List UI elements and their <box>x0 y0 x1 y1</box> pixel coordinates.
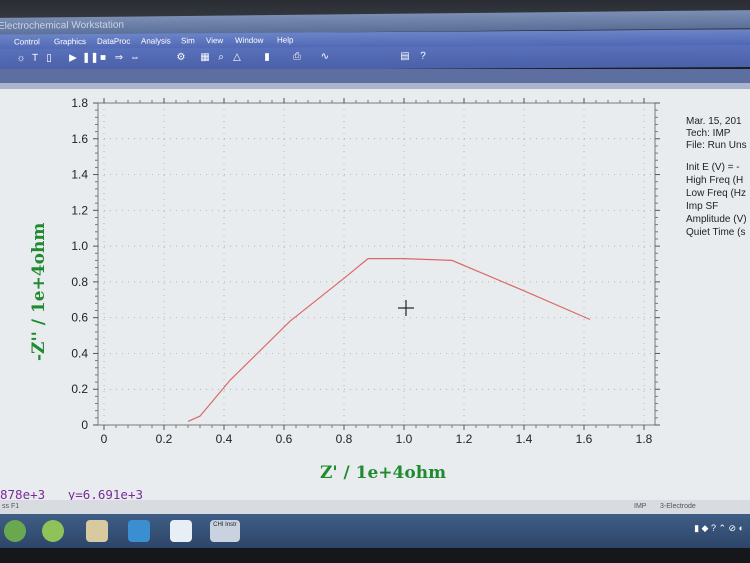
y-tick-label: 1.0 <box>71 239 88 253</box>
x-tick-label: 0.8 <box>336 432 353 446</box>
axis-ticks <box>93 98 660 430</box>
font-icon[interactable]: ☼ <box>16 53 26 65</box>
help-icon[interactable]: ? <box>418 51 428 63</box>
step-icon[interactable]: ⇔ <box>130 52 140 64</box>
y-tick-label: 1.6 <box>71 132 88 146</box>
status-help-hint: ss F1 <box>2 503 20 510</box>
y-axis-label: -Z'' / 1e+4ohm <box>29 223 49 361</box>
x-axis-label: Z' / 1e+4ohm <box>320 463 446 483</box>
y-tick-label: 0.8 <box>71 275 88 289</box>
menu-dataproc[interactable]: DataProc <box>97 37 130 46</box>
grid-icon[interactable]: ▤ <box>400 51 410 63</box>
y-tick-label: 0.2 <box>71 382 88 396</box>
menu-help[interactable]: Help <box>277 36 293 45</box>
triangle-icon[interactable]: △ <box>232 52 242 64</box>
y-tick-label: 0.4 <box>71 346 88 360</box>
toolbar: ☼ T ▯ ▶ ❚❚ ■ ⇒ ⇔ ⚙ ▦ ⌕ △ ▮ ⎙ ∿ ▤ ? <box>0 45 750 71</box>
info-file: File: Run Uns <box>686 140 747 151</box>
info-param-high-freq: High Freq (H <box>686 175 744 186</box>
info-param-low-freq: Low Freq (Hz <box>686 188 747 199</box>
system-tray[interactable]: ▮ ◆ ? ⌃ ⊘ ◐ <box>694 523 744 534</box>
bar-chart-icon[interactable]: ▮ <box>262 52 272 64</box>
x-tick-label: 1.0 <box>396 432 413 446</box>
wave-icon[interactable]: ∿ <box>320 51 330 63</box>
x-tick-label: 1.2 <box>456 432 473 446</box>
info-param-amplitude: Amplitude (V) <box>686 214 747 225</box>
impedance-curve <box>187 258 591 422</box>
run-icon[interactable]: ▯ <box>44 53 54 65</box>
x-tick-label: 1.8 <box>636 432 653 446</box>
info-tech: Tech: IMP <box>686 128 731 139</box>
graph-icon[interactable]: ▦ <box>200 52 210 64</box>
status-bar: ss F1 IMP 3-Electrode <box>0 500 750 514</box>
monitor-bezel-bottom <box>0 548 750 563</box>
arrow-icon[interactable]: ⇒ <box>114 52 124 64</box>
chi-app-taskbar-button[interactable]: CHI Instr <box>210 520 240 542</box>
x-tick-label: 1.6 <box>576 432 593 446</box>
menu-graphics[interactable]: Graphics <box>54 37 86 46</box>
x-tick-labels: 0 0.2 0.4 0.6 0.8 1.0 1.2 1.4 1.6 1.8 <box>101 432 653 446</box>
play-icon[interactable]: ▶ <box>68 53 78 65</box>
info-param-quiet-time: Quiet Time (s <box>686 227 746 238</box>
menu-sim[interactable]: Sim <box>181 36 195 45</box>
notepad-icon[interactable] <box>170 520 192 542</box>
os-taskbar: CHI Instr ▮ ◆ ? ⌃ ⊘ ◐ <box>0 514 750 548</box>
stop-icon[interactable]: ■ <box>98 52 108 64</box>
file-explorer-icon[interactable] <box>86 520 108 542</box>
x-tick-label: 0.6 <box>276 432 293 446</box>
status-electrode: 3-Electrode <box>660 503 696 510</box>
start-icon[interactable] <box>4 520 26 542</box>
plot-grid <box>98 102 655 426</box>
info-date: Mar. 15, 201 <box>686 116 742 127</box>
menu-window[interactable]: Window <box>235 36 263 45</box>
y-tick-label: 1.4 <box>71 168 88 182</box>
y-tick-label: 1.2 <box>71 203 88 217</box>
window-title: Electrochemical Workstation <box>0 19 124 32</box>
y-tick-labels: 0 0.2 0.4 0.6 0.8 1.0 1.2 1.4 1.6 1.8 <box>71 96 88 432</box>
info-param-imp-sf: Imp SF <box>686 201 719 212</box>
x-tick-label: 0.2 <box>156 432 173 446</box>
x-tick-label: 1.4 <box>516 432 533 446</box>
info-param-init-e: Init E (V) = - <box>686 162 740 173</box>
pause-icon[interactable]: ❚❚ <box>82 52 99 64</box>
zoom-icon[interactable]: ⌕ <box>216 52 226 64</box>
settings-icon[interactable]: ⚙ <box>176 52 186 64</box>
plot-frame <box>97 102 656 426</box>
chi-app-label: CHI Instr <box>213 522 237 528</box>
status-mode: IMP <box>634 503 647 510</box>
browser-icon[interactable] <box>42 520 64 542</box>
x-tick-label: 0 <box>101 432 108 446</box>
menu-analysis[interactable]: Analysis <box>141 36 171 45</box>
menu-control[interactable]: Control <box>14 37 40 46</box>
print-icon[interactable]: ⎙ <box>292 51 302 63</box>
store-icon[interactable] <box>128 520 150 542</box>
nyquist-plot[interactable]: 0 0.2 0.4 0.6 0.8 1.0 1.2 1.4 1.6 1.8 00.20.40.60… <box>0 89 750 502</box>
y-tick-label: 0 <box>81 418 88 432</box>
x-tick-label: 0.4 <box>216 432 233 446</box>
menu-view[interactable]: View <box>206 36 223 45</box>
y-tick-label: 1.8 <box>71 96 88 110</box>
y-tick-label: 0.6 <box>71 311 88 325</box>
text-icon[interactable]: T <box>30 53 40 65</box>
crosshair-cursor <box>398 300 414 316</box>
toolbar-strip <box>0 69 750 83</box>
